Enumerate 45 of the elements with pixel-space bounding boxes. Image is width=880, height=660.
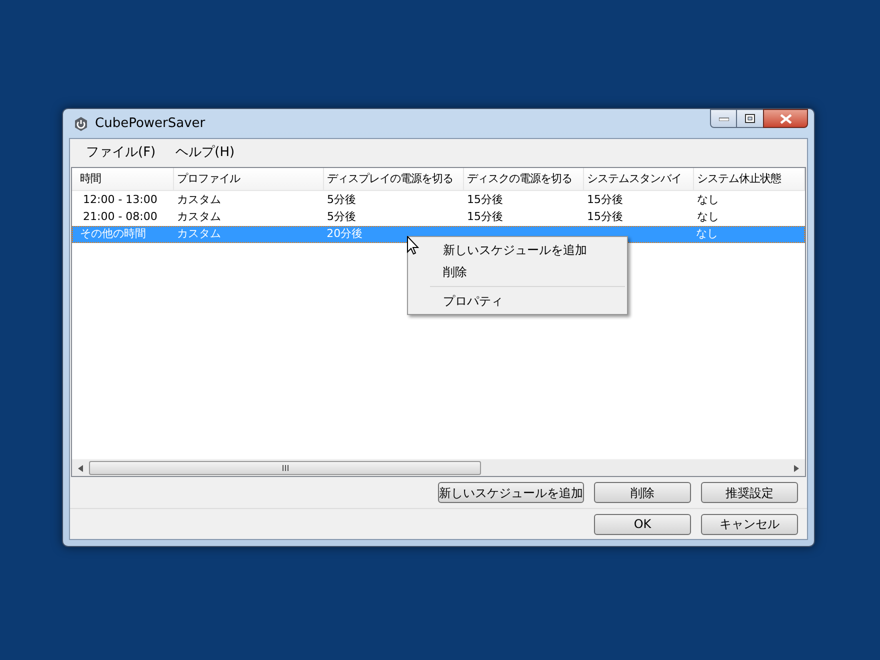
column-header[interactable]: ディスプレイの電源を切る xyxy=(324,168,464,190)
mouse-cursor-icon xyxy=(407,236,419,255)
maximize-button[interactable] xyxy=(737,109,763,128)
menu-item[interactable]: ヘルプ(H) xyxy=(168,143,243,163)
table-cell-text: なし xyxy=(695,226,720,242)
table-cell-text: 15分後 xyxy=(466,192,504,208)
context-menu-item[interactable]: 削除 xyxy=(408,261,627,283)
column-header[interactable]: プロファイル xyxy=(174,168,324,190)
table-cell-text: その他の時間 xyxy=(79,226,147,242)
close-button[interactable] xyxy=(763,109,808,128)
scroll-left-icon[interactable] xyxy=(78,464,83,472)
push-button[interactable]: キャンセル xyxy=(701,514,798,534)
horizontal-scrollbar[interactable] xyxy=(72,459,805,476)
push-button[interactable]: OK xyxy=(594,514,691,534)
table-cell-text: 12:00 - 13:00 xyxy=(82,192,158,208)
column-header[interactable]: システム休止状態 xyxy=(694,168,805,190)
push-button[interactable]: 新しいスケジュールを追加 xyxy=(438,482,584,503)
minimize-icon xyxy=(718,116,728,120)
table-cell-text: 20分後 xyxy=(326,226,364,242)
scroll-right-icon[interactable] xyxy=(794,464,799,472)
context-menu-item[interactable]: プロパティ xyxy=(408,290,627,312)
table-cell-text: 5分後 xyxy=(326,209,357,226)
scroll-thumb[interactable] xyxy=(89,461,481,475)
window-title: CubePowerSaver xyxy=(95,114,206,133)
table-cell-text: 15分後 xyxy=(586,209,624,226)
table-cell-text: なし xyxy=(696,192,720,208)
table-cell-text: カスタム xyxy=(176,209,222,226)
table-cell-text: 21:00 - 08:00 xyxy=(82,209,158,226)
table-cell-text: なし xyxy=(696,209,720,226)
column-header[interactable]: システムスタンバイ xyxy=(584,168,694,190)
column-header[interactable]: ディスクの電源を切る xyxy=(464,168,584,190)
power-icon xyxy=(73,116,89,132)
push-button[interactable]: 削除 xyxy=(594,482,691,503)
table-cell-text: カスタム xyxy=(176,226,222,242)
close-icon xyxy=(780,114,792,124)
minimize-button[interactable] xyxy=(710,109,737,128)
table-cell-text: 15分後 xyxy=(586,192,624,208)
table-cell-text: カスタム xyxy=(176,192,222,208)
table-cell-text: 5分後 xyxy=(326,192,357,208)
grip-icon xyxy=(282,465,288,471)
push-button[interactable]: 推奨設定 xyxy=(701,482,798,503)
menu-item[interactable]: ファイル(F) xyxy=(78,143,164,163)
maximize-icon xyxy=(745,114,755,123)
table-cell-text: 15分後 xyxy=(466,209,504,226)
column-header[interactable]: 時間 xyxy=(77,168,174,190)
